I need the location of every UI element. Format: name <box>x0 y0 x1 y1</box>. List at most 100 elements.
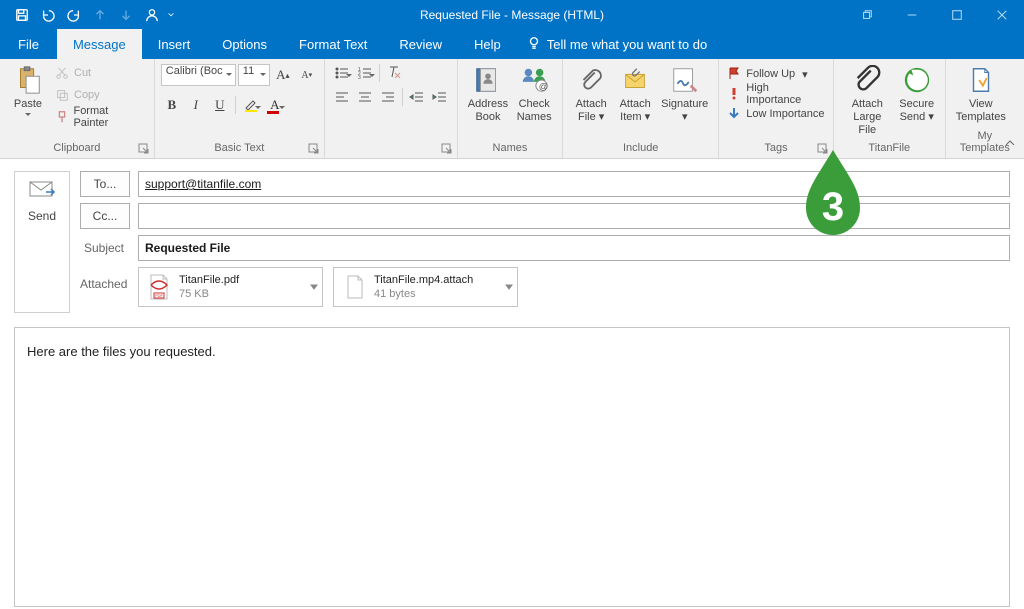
attachment-size: 75 KB <box>179 287 239 301</box>
align-center-button[interactable] <box>354 86 376 108</box>
tab-insert[interactable]: Insert <box>142 29 207 59</box>
secure-send-icon <box>901 64 933 96</box>
to-button[interactable]: To... <box>80 171 130 197</box>
attachment-item[interactable]: PDF TitanFile.pdf75 KB <box>138 267 323 307</box>
tab-review[interactable]: Review <box>383 29 458 59</box>
follow-up-button[interactable]: Follow Up▾ <box>725 64 827 84</box>
attach-item-button[interactable]: AttachItem ▾ <box>613 62 657 124</box>
flag-icon <box>727 66 741 83</box>
scissors-icon <box>54 65 70 81</box>
check-names-button[interactable]: @ CheckNames <box>512 62 556 124</box>
increase-indent-button[interactable] <box>429 86 451 108</box>
cc-button[interactable]: Cc... <box>80 203 130 229</box>
paste-button[interactable]: Paste <box>6 62 50 119</box>
grow-font-button[interactable]: A▴ <box>272 64 294 86</box>
chevron-down-icon[interactable] <box>505 278 513 296</box>
pdf-icon: PDF <box>145 273 173 301</box>
highlight-button[interactable] <box>240 94 262 116</box>
minimize-icon[interactable] <box>889 0 934 29</box>
window-controls <box>844 0 1024 29</box>
attach-file-button[interactable]: AttachFile ▾ <box>569 62 613 124</box>
group-label-names: Names <box>464 140 556 158</box>
address-book-button[interactable]: AddressBook <box>464 62 512 124</box>
to-field[interactable]: support@titanfile.com <box>138 171 1010 197</box>
low-importance-button[interactable]: Low Importance <box>725 104 827 124</box>
group-label-titanfile: TitanFile <box>840 140 939 158</box>
template-icon <box>965 64 997 96</box>
tell-me-label: Tell me what you want to do <box>547 37 707 52</box>
attachment-item[interactable]: TitanFile.mp4.attach41 bytes <box>333 267 518 307</box>
tags-launcher-icon[interactable] <box>817 142 831 156</box>
up-icon <box>88 4 112 26</box>
arrow-down-icon <box>727 106 741 123</box>
bullets-button[interactable] <box>331 62 353 84</box>
basictext-launcher-icon[interactable] <box>308 142 322 156</box>
italic-button[interactable]: I <box>185 94 207 116</box>
clipboard-icon <box>12 64 44 96</box>
copy-button[interactable]: Copy <box>50 84 148 106</box>
cut-button[interactable]: Cut <box>50 62 148 84</box>
tab-format-text[interactable]: Format Text <box>283 29 383 59</box>
ribbon: Paste Cut Copy Format Painter Clipboard … <box>0 59 1024 159</box>
maximize-icon[interactable] <box>934 0 979 29</box>
paste-label: Paste <box>14 98 42 111</box>
decrease-indent-button[interactable] <box>406 86 428 108</box>
send-button[interactable]: Send <box>14 171 70 313</box>
paperclip-icon <box>575 64 607 96</box>
bold-button[interactable]: B <box>161 94 183 116</box>
subject-label: Subject <box>80 241 130 255</box>
group-label-basic-text: Basic Text <box>161 140 318 158</box>
exclamation-icon <box>727 86 741 103</box>
to-value: support@titanfile.com <box>145 177 261 191</box>
save-icon[interactable] <box>10 4 34 26</box>
font-color-button[interactable]: A <box>264 94 286 116</box>
view-templates-button[interactable]: ViewTemplates <box>952 62 1010 124</box>
restore-window-icon[interactable] <box>844 0 889 29</box>
close-icon[interactable] <box>979 0 1024 29</box>
chevron-down-icon[interactable] <box>310 278 318 296</box>
high-importance-button[interactable]: High Importance <box>725 84 827 104</box>
window-title: Requested File - Message (HTML) <box>420 8 604 22</box>
group-include: AttachFile ▾ AttachItem ▾ Signature▾ Inc… <box>563 59 719 158</box>
secure-send-button[interactable]: SecureSend ▾ <box>895 62 939 124</box>
paragraph-launcher-icon[interactable] <box>441 142 455 156</box>
cc-field[interactable] <box>138 203 1010 229</box>
numbering-button[interactable]: 123 <box>354 62 376 84</box>
subject-field[interactable]: Requested File <box>138 235 1010 261</box>
profile-icon[interactable] <box>140 4 164 26</box>
shrink-font-button[interactable]: A▾ <box>296 64 318 86</box>
group-label-paragraph <box>331 140 451 158</box>
message-body[interactable]: Here are the files you requested. <box>14 327 1010 607</box>
font-size-select[interactable]: 11 <box>238 64 270 86</box>
align-left-button[interactable] <box>331 86 353 108</box>
group-label-tags: Tags <box>725 140 827 158</box>
tab-help[interactable]: Help <box>458 29 517 59</box>
undo-icon[interactable] <box>36 4 60 26</box>
redo-icon[interactable] <box>62 4 86 26</box>
chevron-down-icon <box>25 113 31 119</box>
quick-access-toolbar <box>0 4 176 26</box>
group-tags: Follow Up▾ High Importance Low Importanc… <box>719 59 834 158</box>
clear-formatting-button[interactable] <box>383 62 405 84</box>
qat-menu-caret-icon[interactable] <box>166 11 176 19</box>
collapse-ribbon-icon[interactable] <box>1004 136 1016 154</box>
clipboard-launcher-icon[interactable] <box>138 142 152 156</box>
align-right-button[interactable] <box>377 86 399 108</box>
tab-file[interactable]: File <box>0 29 57 59</box>
signature-icon <box>669 64 701 96</box>
tab-message[interactable]: Message <box>57 29 142 59</box>
tab-options[interactable]: Options <box>206 29 283 59</box>
title-bar: Requested File - Message (HTML) <box>0 0 1024 29</box>
group-titanfile: AttachLarge File SecureSend ▾ TitanFile <box>834 59 946 158</box>
compose-area: Send To... support@titanfile.com Cc... S… <box>0 159 1024 313</box>
format-painter-button[interactable]: Format Painter <box>50 106 148 128</box>
attachments: PDF TitanFile.pdf75 KB TitanFile.mp4.att… <box>138 267 518 307</box>
signature-button[interactable]: Signature▾ <box>657 62 712 124</box>
underline-button[interactable]: U <box>209 94 231 116</box>
group-paragraph: 123 <box>325 59 458 158</box>
svg-text:@: @ <box>539 81 549 91</box>
attachment-name: TitanFile.mp4.attach <box>374 273 473 287</box>
font-name-select[interactable]: Calibri (Boc <box>161 64 236 86</box>
tell-me-search[interactable]: Tell me what you want to do <box>517 29 717 59</box>
attach-large-file-button[interactable]: AttachLarge File <box>840 62 895 138</box>
